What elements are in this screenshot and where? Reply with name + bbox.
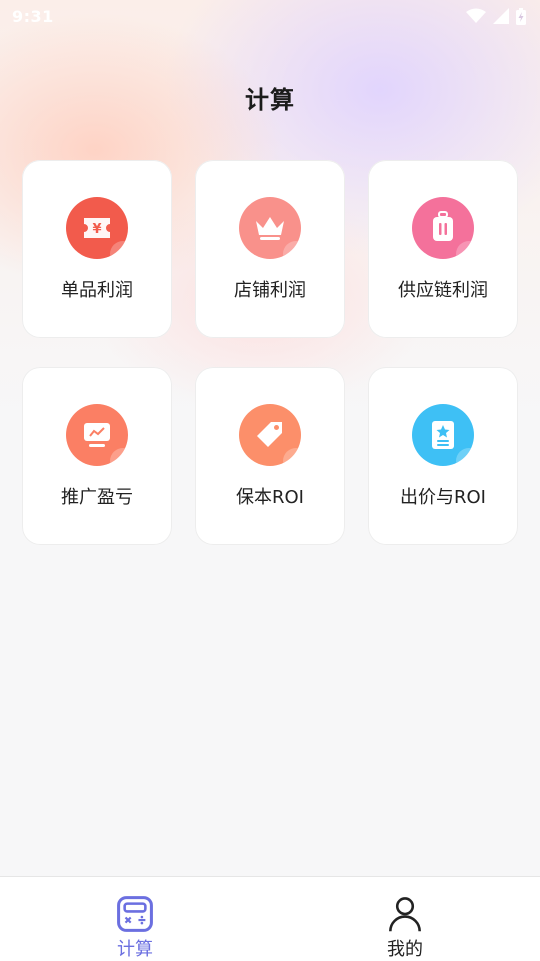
crown-icon <box>239 197 301 259</box>
luggage-icon <box>412 197 474 259</box>
card-label: 保本ROI <box>236 487 304 508</box>
card-bid-and-roi[interactable]: 出价与ROI <box>368 367 518 545</box>
card-label: 单品利润 <box>61 280 133 301</box>
battery-icon <box>516 7 526 25</box>
card-single-product-profit[interactable]: ¥ 单品利润 <box>22 160 172 338</box>
monitor-chart-icon <box>66 404 128 466</box>
page-title: 计算 <box>245 86 295 114</box>
status-time: 9:31 <box>12 6 54 26</box>
svg-text:¥: ¥ <box>92 222 101 237</box>
status-icons <box>466 7 526 25</box>
tab-label: 计算 <box>117 939 153 960</box>
price-tag-icon <box>239 404 301 466</box>
tab-mine[interactable]: 我的 <box>270 877 540 961</box>
card-label: 店铺利润 <box>234 280 306 301</box>
card-store-profit[interactable]: 店铺利润 <box>195 160 345 338</box>
card-promotion-profit-loss[interactable]: 推广盈亏 <box>22 367 172 545</box>
signal-icon <box>493 8 509 24</box>
coupon-yen-icon: ¥ <box>66 197 128 259</box>
card-label: 出价与ROI <box>400 487 486 508</box>
wifi-icon <box>466 8 486 23</box>
tab-calculate[interactable]: 计算 <box>0 877 270 961</box>
card-label: 供应链利润 <box>398 280 488 301</box>
person-icon <box>389 897 421 932</box>
tab-label: 我的 <box>387 939 423 960</box>
bottom-tab-bar: 计算 我的 <box>0 876 540 961</box>
tool-grid: ¥ 单品利润 店铺利润 供应链利润 推广盈亏 保本ROI 出价与ROI <box>22 160 519 545</box>
card-breakeven-roi[interactable]: 保本ROI <box>195 367 345 545</box>
star-document-icon <box>412 404 474 466</box>
status-bar: 9:31 <box>0 0 540 32</box>
calculator-icon <box>117 896 153 932</box>
card-label: 推广盈亏 <box>61 487 133 508</box>
card-supply-chain-profit[interactable]: 供应链利润 <box>368 160 518 338</box>
